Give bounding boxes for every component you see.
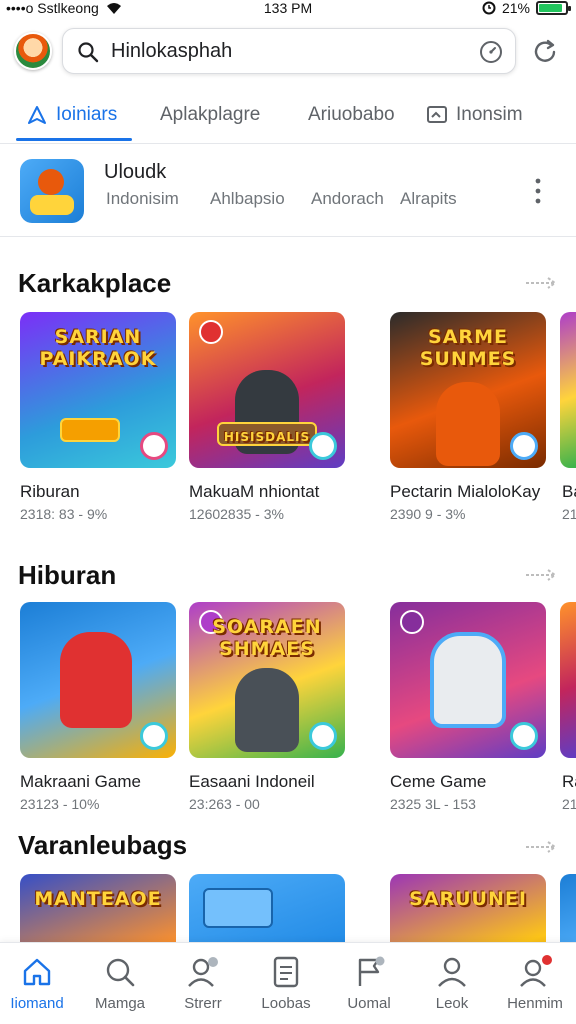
thumbnail-title: SARME SUNMES bbox=[419, 326, 517, 370]
app-category: Indonisim bbox=[106, 189, 179, 208]
section-title: Hiburan bbox=[18, 560, 117, 590]
voice-search-icon[interactable] bbox=[479, 40, 503, 64]
app-thumbnail: SARME SUNMES bbox=[390, 312, 546, 468]
tab-label: Ariuobabo bbox=[308, 104, 395, 125]
section-arrow-icon[interactable] bbox=[524, 568, 560, 582]
person-icon bbox=[438, 957, 466, 987]
play-triangle-icon bbox=[28, 106, 46, 124]
profile-avatar[interactable] bbox=[14, 32, 52, 70]
app-category: Andorach bbox=[311, 189, 384, 208]
nav-library[interactable]: Loobas bbox=[245, 943, 327, 1024]
nav-updates[interactable]: Uomal bbox=[328, 943, 410, 1024]
thumbnail-title: SOARAEN SHMAES bbox=[212, 616, 322, 660]
bottom-navigation: Iiomand Mamga Strerr Loobas Uomal Leok H… bbox=[0, 942, 576, 1024]
nav-label: Henmim bbox=[507, 995, 563, 1012]
person-badge-icon bbox=[188, 957, 218, 987]
search-icon bbox=[106, 958, 135, 987]
tab-marketplace[interactable]: Aplakplagre bbox=[160, 86, 260, 144]
app-meta: 2325 3L - 153 bbox=[390, 796, 476, 812]
notification-badge bbox=[540, 953, 554, 967]
app-meta: 12602835 - 3% bbox=[189, 506, 284, 522]
app-name: Ceme Game bbox=[390, 772, 487, 791]
featured-app-row[interactable]: Uloudk Indonisim Ahlbapsio Andorach Alra… bbox=[0, 145, 576, 237]
alarm-icon bbox=[482, 1, 496, 15]
app-name: Ra bbox=[562, 772, 576, 791]
nav-label: Mamga bbox=[94, 995, 146, 1012]
tab-home[interactable]: Ioiniars bbox=[26, 86, 117, 144]
nav-label: Iiomand bbox=[10, 995, 64, 1012]
app-root: ••••o Sstlkeong 133 PM 21% Hinlokasphah … bbox=[0, 0, 576, 1024]
tab-active-indicator bbox=[16, 138, 132, 141]
flag-icon bbox=[358, 956, 385, 986]
search-icon bbox=[78, 42, 99, 63]
app-name: Pectarin MialoloKay bbox=[390, 482, 541, 501]
document-icon bbox=[273, 956, 299, 988]
nav-account[interactable]: Henmim bbox=[494, 943, 576, 1024]
tab-label: Ioiniars bbox=[56, 104, 118, 125]
battery-fill bbox=[539, 4, 563, 12]
top-tabs: Ioiniars Aplakplagre Ariuobabo Inonsim bbox=[0, 86, 576, 144]
featured-app-name: Uloudk bbox=[104, 161, 167, 183]
tab-audio[interactable]: Ariuobabo bbox=[308, 86, 395, 144]
app-category: Ahlbapsio bbox=[210, 189, 285, 208]
sale-badge-icon bbox=[400, 610, 424, 634]
cast-icon bbox=[427, 106, 447, 123]
thumbnail-title: SARIAN PAIKRAOK bbox=[39, 326, 157, 370]
app-meta: 21 bbox=[562, 506, 576, 522]
section-title: Karkakplace bbox=[18, 268, 172, 298]
battery-percent: 21% bbox=[501, 0, 530, 16]
nav-label: Uomal bbox=[347, 995, 391, 1012]
more-options-icon[interactable] bbox=[530, 176, 546, 206]
app-name: Ba bbox=[562, 482, 576, 501]
nav-profile[interactable]: Leok bbox=[411, 943, 493, 1024]
app-name: Riburan bbox=[20, 482, 80, 501]
section-arrow-icon[interactable] bbox=[524, 840, 560, 854]
featured-app-icon bbox=[20, 159, 84, 223]
app-meta: 23:263 - 00 bbox=[189, 796, 260, 812]
home-icon bbox=[23, 958, 51, 986]
search-input[interactable]: Hinlokasphah bbox=[62, 28, 516, 74]
app-name: MakuaM nhiontat bbox=[189, 482, 320, 501]
app-meta: 23123 - 10% bbox=[20, 796, 100, 812]
app-meta: 2318: 83 - 9% bbox=[20, 506, 108, 522]
thumbnail-title: MANTEAOE bbox=[34, 888, 162, 910]
app-thumbnail: SOARAEN SHMAES bbox=[189, 602, 345, 758]
search-query: Hinlokasphah bbox=[111, 40, 233, 62]
app-thumbnail-peek[interactable] bbox=[560, 312, 576, 468]
nav-label: Loobas bbox=[261, 995, 311, 1012]
refresh-icon[interactable] bbox=[530, 37, 560, 67]
nav-label: Leok bbox=[435, 995, 469, 1012]
tab-indonesia[interactable]: Inonsim bbox=[426, 86, 523, 144]
nav-search[interactable]: Mamga bbox=[79, 943, 161, 1024]
section-title: Varanleubags bbox=[18, 830, 188, 860]
nav-label: Strerr bbox=[184, 995, 222, 1012]
app-name: Easaani Indoneil bbox=[189, 772, 315, 791]
app-meta: 2390 9 - 3% bbox=[390, 506, 466, 522]
app-thumbnail: HISISDALIS bbox=[189, 312, 345, 468]
app-thumbnail bbox=[20, 602, 176, 758]
status-right: 21% bbox=[482, 0, 571, 16]
app-thumbnail-peek[interactable] bbox=[560, 602, 576, 758]
battery-icon bbox=[536, 1, 571, 15]
section-arrow-icon[interactable] bbox=[524, 276, 560, 290]
app-category: Alrapits bbox=[400, 189, 457, 208]
thumbnail-title: SARUUNEI bbox=[409, 888, 527, 910]
app-thumbnail bbox=[390, 602, 546, 758]
nav-store[interactable]: Strerr bbox=[162, 943, 244, 1024]
status-bar: ••••o Sstlkeong 133 PM 21% bbox=[0, 0, 576, 18]
nav-home[interactable]: Iiomand bbox=[0, 943, 78, 1024]
tab-label: Inonsim bbox=[456, 104, 523, 125]
app-meta: 21 bbox=[562, 796, 576, 812]
tab-label: Aplakplagre bbox=[160, 104, 261, 125]
sale-badge-icon bbox=[199, 320, 223, 344]
app-name: Makraani Game bbox=[20, 772, 141, 791]
app-thumbnail: SARIAN PAIKRAOK bbox=[20, 312, 176, 468]
